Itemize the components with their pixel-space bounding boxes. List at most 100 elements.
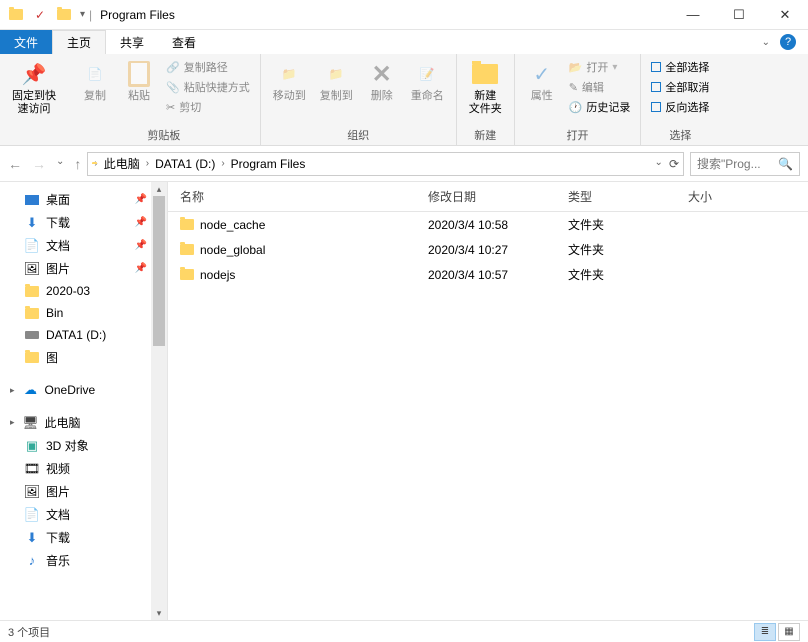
history-button[interactable]: 🕐历史记录 bbox=[567, 98, 633, 116]
col-name[interactable]: 名称 bbox=[168, 188, 428, 205]
sidebar-item[interactable]: Bin bbox=[0, 302, 167, 324]
selectall-icon bbox=[651, 62, 661, 72]
cut-button[interactable]: ✂剪切 bbox=[164, 98, 252, 116]
pin-icon: 📌 bbox=[135, 240, 147, 251]
sidebar-item[interactable]: 2020-03 bbox=[0, 280, 167, 302]
sidebar-item[interactable]: 🖼图片 bbox=[0, 480, 167, 503]
paste-button[interactable]: 粘贴 bbox=[120, 58, 158, 105]
sidebar-item[interactable]: ⬇下载 bbox=[0, 526, 167, 549]
copyto-icon: 📁 bbox=[322, 60, 350, 88]
sidebar-item[interactable]: ⬇下载📌 bbox=[0, 211, 167, 234]
copypath-button[interactable]: 🔗复制路径 bbox=[164, 58, 252, 76]
selectall-button[interactable]: 全部选择 bbox=[649, 58, 711, 76]
close-button[interactable]: ✕ bbox=[762, 0, 808, 30]
folder-icon bbox=[24, 350, 40, 366]
chevron-right-icon[interactable]: › bbox=[146, 158, 149, 169]
ribbon-tabs: 文件 主页 共享 查看 ⌄ ? bbox=[0, 30, 808, 54]
sidebar-item[interactable]: 图 bbox=[0, 346, 167, 369]
edit-button[interactable]: ✎编辑 bbox=[567, 78, 633, 96]
folder-icon bbox=[180, 244, 194, 255]
col-size[interactable]: 大小 bbox=[688, 188, 768, 205]
selectnone-button[interactable]: 全部取消 bbox=[649, 78, 711, 96]
newfolder-button[interactable]: 新建 文件夹 bbox=[465, 58, 506, 118]
clipboard-group-label: 剪贴板 bbox=[76, 125, 252, 143]
pin-icon: 📌 bbox=[135, 217, 147, 228]
sidebar-onedrive[interactable]: ☁OneDrive bbox=[0, 379, 167, 401]
pin-quickaccess-button[interactable]: 📌 固定到快 速访问 bbox=[8, 58, 60, 118]
history-icon: 🕐 bbox=[569, 101, 583, 114]
refresh-button[interactable]: ⟳ bbox=[669, 157, 679, 171]
column-headers: 名称 修改日期 类型 大小 bbox=[168, 182, 808, 212]
drive-icon bbox=[24, 327, 40, 343]
sidebar-item[interactable]: 📄文档 bbox=[0, 503, 167, 526]
sidebar-thispc[interactable]: 🖥此电脑 bbox=[0, 411, 167, 434]
maximize-button[interactable]: ☐ bbox=[716, 0, 762, 30]
recent-dropdown[interactable]: ⌄ bbox=[56, 156, 64, 172]
ribbon: 📌 固定到快 速访问 📄 复制 粘贴 🔗复制路径 📎粘贴快捷方式 ✂剪切 剪贴板 bbox=[0, 54, 808, 146]
copyto-button[interactable]: 📁 复制到 bbox=[316, 58, 357, 105]
scroll-thumb[interactable] bbox=[153, 196, 165, 346]
copy-button[interactable]: 📄 复制 bbox=[76, 58, 114, 105]
breadcrumb-pc[interactable]: 此电脑 bbox=[100, 155, 144, 172]
file-row[interactable]: node_global2020/3/4 10:27文件夹 bbox=[168, 237, 808, 262]
sidebar-item[interactable]: DATA1 (D:) bbox=[0, 324, 167, 346]
document-icon: 📄 bbox=[24, 238, 40, 254]
breadcrumb-folder[interactable]: Program Files bbox=[227, 157, 310, 171]
edit-icon: ✎ bbox=[569, 81, 578, 94]
pasteshortcut-button[interactable]: 📎粘贴快捷方式 bbox=[164, 78, 252, 96]
qat: ✓ ▾ bbox=[0, 7, 85, 23]
scroll-down[interactable]: ▾ bbox=[151, 606, 167, 620]
window-title: Program Files bbox=[100, 8, 175, 22]
qat-item[interactable]: ✓ bbox=[32, 7, 48, 23]
view-large-button[interactable]: ▦ bbox=[778, 623, 800, 641]
qat-dropdown[interactable]: ▾ bbox=[80, 9, 85, 20]
ribbon-collapse[interactable]: ⌄ bbox=[762, 37, 770, 48]
item-count: 3 个项目 bbox=[8, 624, 50, 640]
minimize-button[interactable]: — bbox=[670, 0, 716, 30]
open-button[interactable]: 📂打开▾ bbox=[567, 58, 633, 76]
pictures-icon: 🖼 bbox=[24, 484, 40, 500]
back-button[interactable]: ← bbox=[8, 156, 22, 172]
sidebar-item[interactable]: 🎞视频 bbox=[0, 457, 167, 480]
sidebar-scrollbar[interactable]: ▴ ▾ bbox=[151, 182, 167, 620]
invert-button[interactable]: 反向选择 bbox=[649, 98, 711, 116]
scroll-up[interactable]: ▴ bbox=[151, 182, 167, 196]
download-icon: ⬇ bbox=[24, 530, 40, 546]
up-button[interactable]: ↑ bbox=[74, 156, 81, 172]
tab-view[interactable]: 查看 bbox=[158, 30, 210, 54]
file-row[interactable]: nodejs2020/3/4 10:57文件夹 bbox=[168, 262, 808, 287]
search-icon: 🔍 bbox=[778, 157, 793, 171]
main: 桌面📌⬇下载📌📄文档📌🖼图片📌2020-03BinDATA1 (D:)图 ☁On… bbox=[0, 182, 808, 620]
shortcut-icon: 📎 bbox=[166, 81, 180, 94]
sidebar-item[interactable]: 桌面📌 bbox=[0, 188, 167, 211]
tab-share[interactable]: 共享 bbox=[106, 30, 158, 54]
rename-button[interactable]: 📝 重命名 bbox=[407, 58, 448, 105]
scissors-icon: ✂ bbox=[166, 101, 175, 114]
newfolder-icon bbox=[471, 60, 499, 88]
properties-button[interactable]: ✓ 属性 bbox=[523, 58, 561, 105]
view-details-button[interactable]: ≣ bbox=[754, 623, 776, 641]
sidebar-item[interactable]: 🖼图片📌 bbox=[0, 257, 167, 280]
sidebar-item[interactable]: ▣3D 对象 bbox=[0, 434, 167, 457]
chevron-right-icon[interactable]: › bbox=[221, 158, 224, 169]
moveto-button[interactable]: 📁 移动到 bbox=[269, 58, 310, 105]
folder-icon bbox=[24, 305, 40, 321]
col-type[interactable]: 类型 bbox=[568, 188, 688, 205]
sidebar-item[interactable]: ♪音乐 bbox=[0, 549, 167, 572]
tab-file[interactable]: 文件 bbox=[0, 30, 52, 54]
breadcrumb-drive[interactable]: DATA1 (D:) bbox=[151, 157, 219, 171]
search-input[interactable]: 搜索"Prog... 🔍 bbox=[690, 152, 800, 176]
forward-button[interactable]: → bbox=[32, 156, 46, 172]
help-icon[interactable]: ? bbox=[780, 34, 796, 50]
folder-icon bbox=[8, 7, 24, 23]
sidebar-item[interactable]: 📄文档📌 bbox=[0, 234, 167, 257]
address-dropdown[interactable]: ⌄ bbox=[655, 157, 663, 171]
organize-group-label: 组织 bbox=[269, 125, 448, 143]
delete-button[interactable]: ✕ 删除 bbox=[363, 58, 401, 105]
file-row[interactable]: node_cache2020/3/4 10:58文件夹 bbox=[168, 212, 808, 237]
col-date[interactable]: 修改日期 bbox=[428, 188, 568, 205]
tab-home[interactable]: 主页 bbox=[52, 30, 106, 54]
separator: | bbox=[89, 8, 92, 22]
chevron-right-icon[interactable]: › bbox=[94, 158, 97, 169]
address-bar[interactable]: › 此电脑 › DATA1 (D:) › Program Files ⌄ ⟳ bbox=[87, 152, 684, 176]
